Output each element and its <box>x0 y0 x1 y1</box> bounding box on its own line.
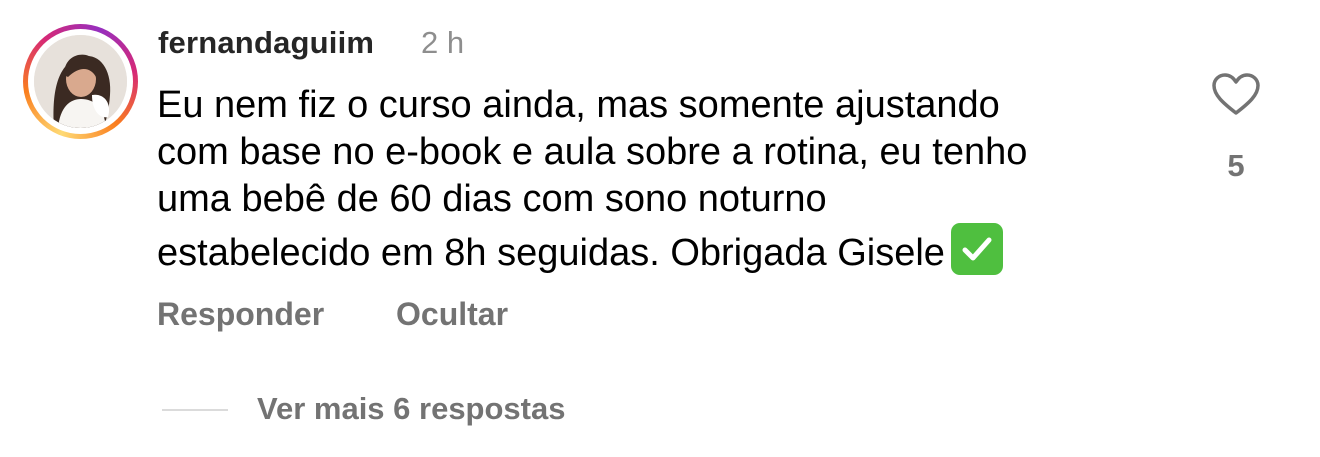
profile-photo <box>34 35 127 128</box>
comment-line-last: estabelecido em 8h seguidas. Obrigada Gi… <box>157 223 1167 277</box>
view-more-replies-button[interactable]: Ver mais 6 respostas <box>257 391 565 427</box>
hide-button[interactable]: Ocultar <box>396 296 508 333</box>
story-ring-avatar[interactable] <box>23 24 138 139</box>
comment-text: Eu nem fiz o curso ainda, mas somente aj… <box>157 82 1167 277</box>
comment-line: uma bebê de 60 dias com sono noturno <box>157 178 827 220</box>
heart-outline-icon[interactable] <box>1211 72 1261 116</box>
timestamp: 2 h <box>421 25 465 60</box>
like-count[interactable]: 5 <box>1216 148 1256 184</box>
comment-line-text: estabelecido em 8h seguidas. Obrigada Gi… <box>157 232 945 274</box>
reply-button[interactable]: Responder <box>157 296 324 333</box>
comment-line: Eu nem fiz o curso ainda, mas somente aj… <box>157 84 1000 126</box>
avatar[interactable] <box>34 35 127 128</box>
like-control <box>1208 72 1264 116</box>
check-mark-button-icon <box>950 223 1003 275</box>
comment-line: com base no e-book e aula sobre a rotina… <box>157 131 1028 173</box>
replies-divider <box>162 409 228 411</box>
username[interactable]: fernandaguiim <box>158 25 374 61</box>
